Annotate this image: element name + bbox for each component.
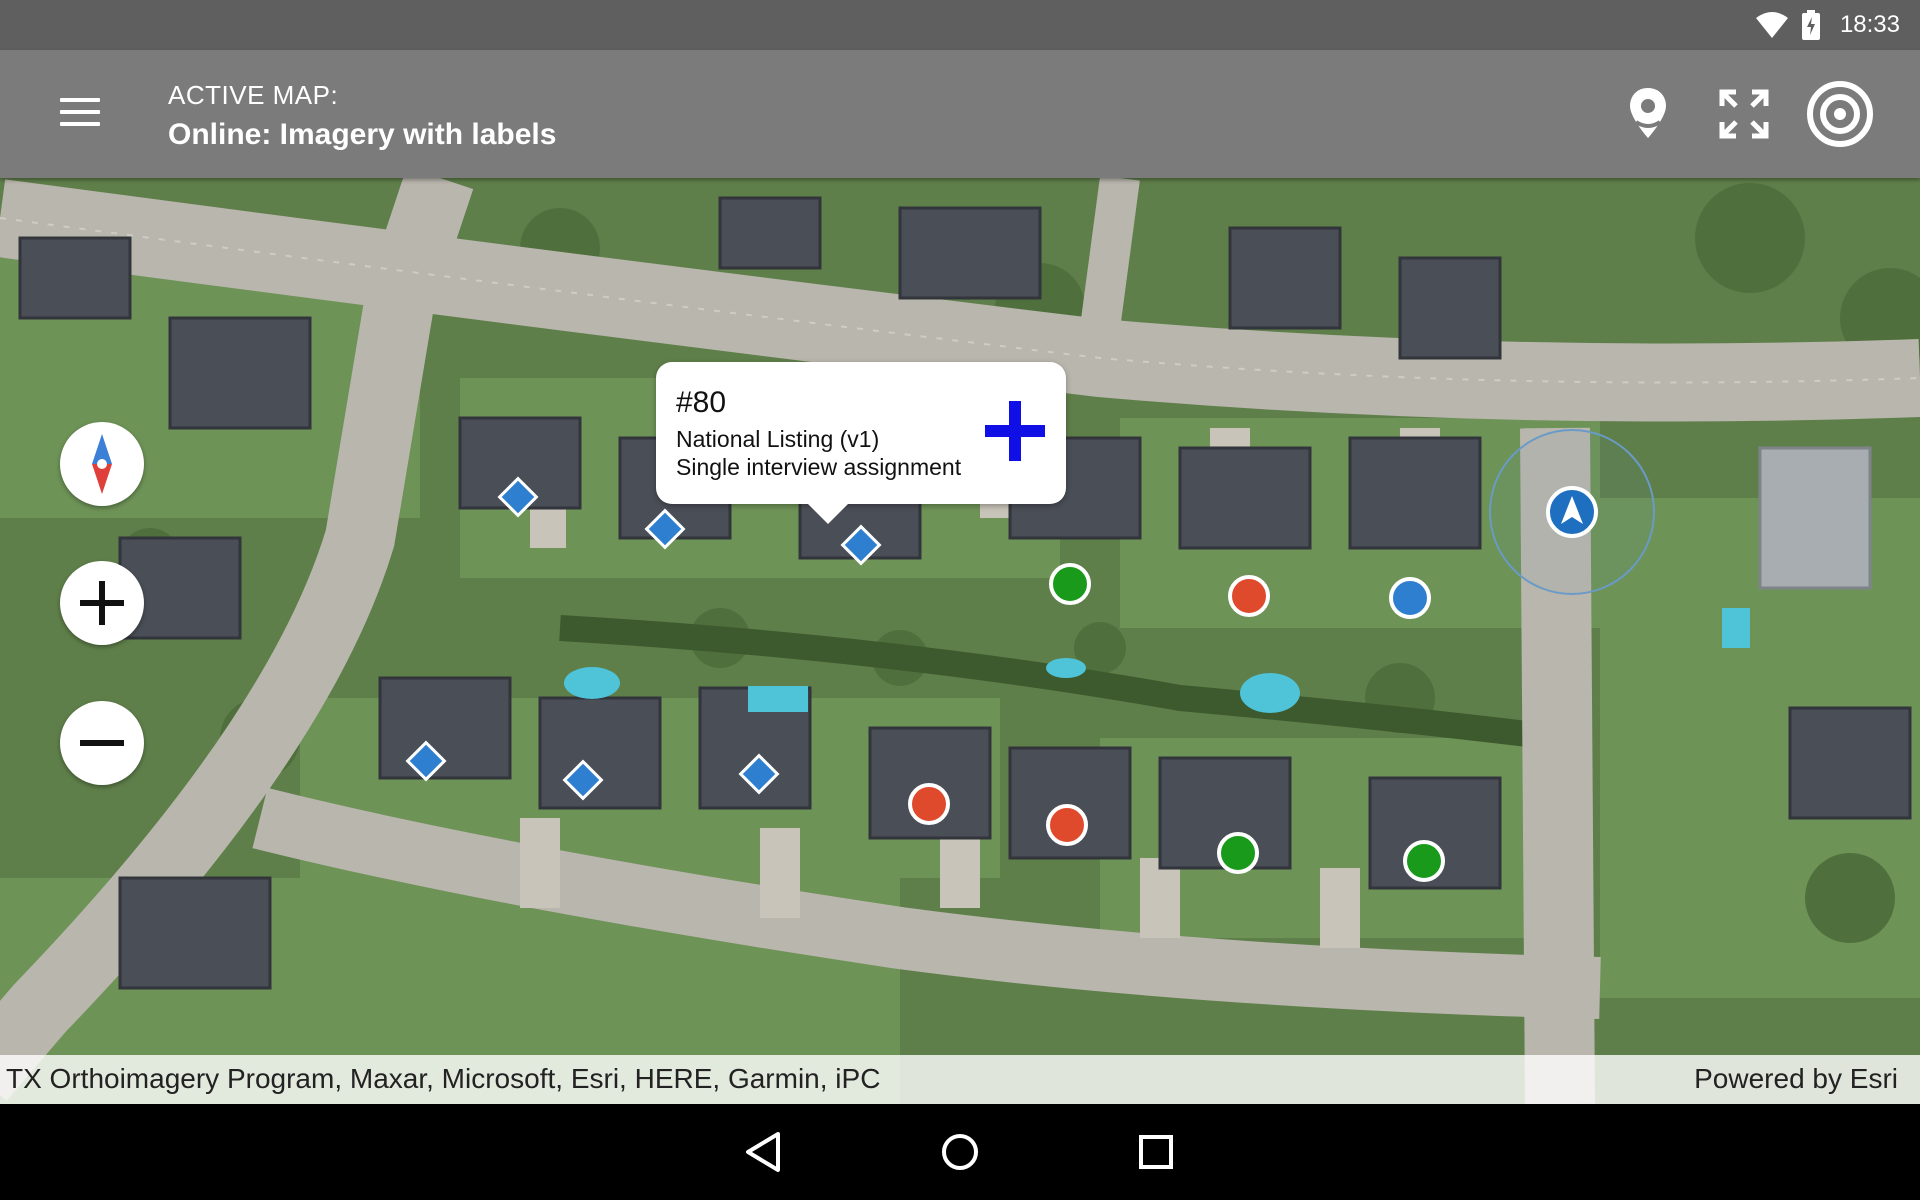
add-icon[interactable] — [982, 398, 1048, 464]
hamburger-icon — [60, 98, 100, 102]
active-map-label: ACTIVE MAP: — [168, 80, 339, 110]
hamburger-icon-line — [60, 122, 100, 126]
status-marker-red[interactable] — [908, 783, 950, 825]
app-bar: ACTIVE MAP: Online: Imagery with labels — [0, 50, 1920, 178]
recents-icon[interactable] — [1130, 1126, 1182, 1178]
callout-survey: National Listing (v1) — [676, 426, 880, 452]
zoom-out-icon — [80, 740, 124, 746]
status-marker-green[interactable] — [1217, 832, 1259, 874]
home-icon[interactable] — [934, 1126, 986, 1178]
status-marker-red[interactable] — [1046, 804, 1088, 846]
satellite-imagery[interactable] — [0, 178, 1920, 1104]
zoom-in-icon — [80, 581, 124, 625]
status-marker-green[interactable] — [1049, 563, 1091, 605]
zoom-in-button[interactable] — [60, 561, 144, 645]
listing-callout[interactable]: #80 National Listing (v1) Single intervi… — [656, 362, 1066, 524]
callout-title: #80 — [676, 386, 727, 419]
hamburger-icon-line — [60, 110, 100, 114]
compass-icon — [92, 434, 112, 494]
map-view[interactable]: #80 National Listing (v1) Single intervi… — [0, 178, 1920, 1104]
system-nav-bar — [0, 1104, 1920, 1200]
status-marker-blue[interactable] — [1389, 577, 1431, 619]
menu-button[interactable] — [60, 98, 100, 130]
zoom-out-button[interactable] — [60, 701, 144, 785]
battery-charging-icon — [1802, 10, 1820, 40]
status-bar: 18:33 — [0, 0, 1920, 50]
wifi-icon — [1756, 12, 1788, 38]
location-pin-icon[interactable] — [1612, 78, 1684, 150]
map-attribution: TX Orthoimagery Program, Maxar, Microsof… — [0, 1055, 1920, 1104]
attribution-sources: TX Orthoimagery Program, Maxar, Microsof… — [6, 1063, 881, 1094]
callout-assignment-type: Single interview assignment — [676, 454, 962, 480]
status-marker-red[interactable] — [1228, 575, 1270, 617]
clock: 18:33 — [1839, 11, 1900, 38]
compass-button[interactable] — [60, 422, 144, 506]
powered-by-esri[interactable]: Powered by Esri — [1694, 1063, 1898, 1095]
back-icon[interactable] — [738, 1126, 790, 1178]
current-location-icon — [1546, 486, 1598, 538]
status-marker-green[interactable] — [1403, 840, 1445, 882]
gps-target-icon[interactable] — [1802, 76, 1878, 152]
fullscreen-icon[interactable] — [1708, 78, 1780, 150]
active-map-name: Online: Imagery with labels — [168, 118, 557, 151]
